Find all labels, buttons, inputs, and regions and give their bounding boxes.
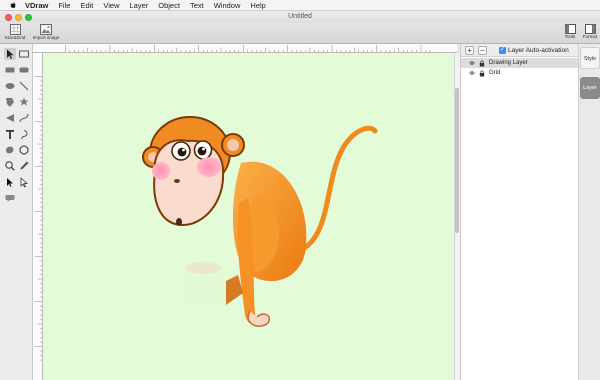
arrow-black-icon <box>7 178 13 187</box>
arrow-white-icon <box>20 177 28 188</box>
menu-app-name[interactable]: VDraw <box>25 0 48 11</box>
menu-window[interactable]: Window <box>214 0 241 11</box>
size-grid-label: Size&Grid <box>4 35 26 40</box>
toolbar: Size&Grid Import image Tools Format <box>0 23 600 44</box>
vertical-ruler <box>33 53 43 380</box>
menu-object[interactable]: Object <box>158 0 180 11</box>
triangle-tool[interactable] <box>4 112 16 124</box>
text-tool[interactable] <box>4 128 16 140</box>
menu-edit[interactable]: Edit <box>80 0 93 11</box>
layer-row-grid[interactable]: Grid <box>461 68 579 78</box>
select-tool[interactable] <box>4 48 16 60</box>
size-grid-icon <box>9 24 21 35</box>
remove-layer-button[interactable]: − <box>478 46 487 55</box>
close-window-button[interactable] <box>5 14 12 21</box>
horizontal-ruler <box>33 44 457 53</box>
pen-icon <box>20 161 29 170</box>
auto-activation-label: Layer Auto-activation <box>508 47 569 54</box>
lock-icon[interactable] <box>479 70 485 77</box>
apple-icon[interactable] <box>9 1 17 9</box>
tool-palette <box>0 44 33 380</box>
minimize-window-button[interactable] <box>15 14 22 21</box>
black-arrow-tool[interactable] <box>4 176 16 188</box>
star-tool[interactable] <box>18 96 30 108</box>
monkey-mouth <box>176 218 182 226</box>
eye-icon[interactable] <box>469 70 475 76</box>
rectangle-tool[interactable] <box>4 64 16 76</box>
auto-activation-checkbox[interactable]: ✓ <box>499 47 506 54</box>
import-image-icon <box>40 24 52 35</box>
rectangle-icon <box>5 67 15 73</box>
format-label: Format <box>582 34 598 39</box>
polygon-tool[interactable] <box>4 96 16 108</box>
curve-icon <box>19 113 29 123</box>
size-grid-button[interactable]: Size&Grid <box>2 23 28 43</box>
format-button[interactable]: Format <box>581 23 599 43</box>
tab-style[interactable]: Style <box>580 47 600 69</box>
lasso-tool[interactable] <box>18 128 30 140</box>
monkey-illustration[interactable] <box>43 53 454 380</box>
window-title-bar: Untitled <box>0 11 600 23</box>
ellipse-tool[interactable] <box>4 80 16 92</box>
lasso-icon <box>21 130 28 140</box>
frame-tool[interactable] <box>18 48 30 60</box>
curve-tool[interactable] <box>18 112 30 124</box>
drawing-canvas[interactable] <box>43 53 454 380</box>
tools-button[interactable]: Tools <box>562 23 578 43</box>
circle-icon <box>19 145 29 155</box>
zoom-window-button[interactable] <box>25 14 32 21</box>
blob-tool[interactable] <box>4 144 16 156</box>
menu-help[interactable]: Help <box>250 0 265 11</box>
tools-icon <box>564 24 576 34</box>
menu-layer[interactable]: Layer <box>130 0 149 11</box>
tools-label: Tools <box>564 34 576 39</box>
layers-toolbar: + − ✓ Layer Auto-activation <box>461 44 579 57</box>
vertical-scroll-thumb[interactable] <box>455 88 459 233</box>
menu-bar: VDraw File Edit View Layer Object Text W… <box>0 0 600 11</box>
comment-icon <box>5 195 15 202</box>
layer-name-drawing: Drawing Layer <box>489 60 528 66</box>
add-layer-button[interactable]: + <box>465 46 474 55</box>
rounded-rect-icon <box>19 67 29 73</box>
select-arrow-icon <box>7 49 14 59</box>
inspector-tabs: Style Layer <box>578 44 600 380</box>
circle-tool[interactable] <box>18 144 30 156</box>
direct-select-icon <box>19 50 29 58</box>
pen-tool[interactable] <box>18 160 30 172</box>
polygon-icon <box>6 98 14 107</box>
menu-text[interactable]: Text <box>190 0 204 11</box>
triangle-icon <box>6 114 14 122</box>
eye-icon[interactable] <box>469 60 475 66</box>
comment-tool[interactable] <box>4 192 16 204</box>
window-title: Untitled <box>288 13 312 20</box>
monkey-cheek-left <box>152 162 170 180</box>
zoom-icon <box>5 161 15 171</box>
text-icon <box>6 130 14 139</box>
white-arrow-tool[interactable] <box>18 176 30 188</box>
format-icon <box>584 24 596 34</box>
import-image-label: Import image <box>32 35 60 40</box>
zoom-tool[interactable] <box>4 160 16 172</box>
tab-layer[interactable]: Layer <box>580 77 600 99</box>
ellipse-icon <box>5 83 15 89</box>
monkey-cheek-right <box>197 157 221 177</box>
layer-name-grid: Grid <box>489 70 501 76</box>
layers-panel: + − ✓ Layer Auto-activation Drawing Laye… <box>460 44 579 380</box>
import-image-button[interactable]: Import image <box>30 23 62 43</box>
rounded-rect-tool[interactable] <box>18 64 30 76</box>
lock-icon[interactable] <box>479 60 485 67</box>
menu-view[interactable]: View <box>103 0 119 11</box>
menu-file[interactable]: File <box>58 0 70 11</box>
star-icon <box>19 97 29 106</box>
layer-row-drawing[interactable]: Drawing Layer <box>461 58 579 68</box>
blob-icon <box>6 146 14 154</box>
line-icon <box>19 81 29 91</box>
monkey-hand <box>247 310 270 327</box>
line-tool[interactable] <box>18 80 30 92</box>
